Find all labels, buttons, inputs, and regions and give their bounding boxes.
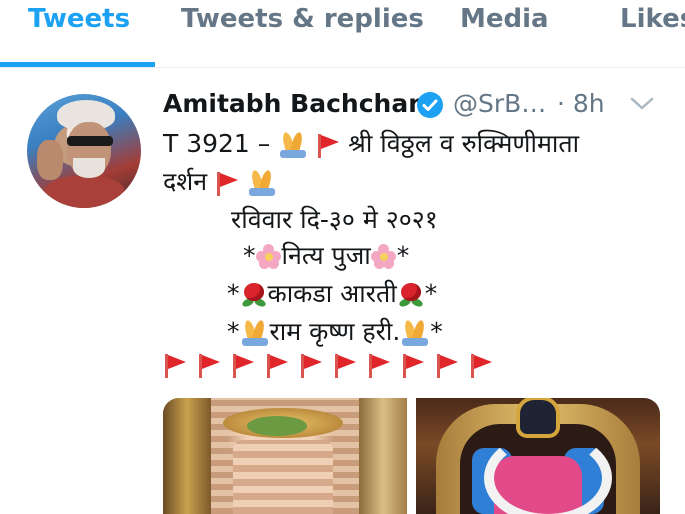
tweet-line-2-text: दर्शन (163, 167, 208, 196)
tab-likes[interactable]: Likes (620, 2, 685, 66)
folded-hands-icon (400, 319, 430, 346)
tweet-line-6: * राम कृष्ण हरी. * (227, 314, 443, 350)
flag-icon (401, 352, 425, 378)
flag-icon (316, 132, 340, 158)
asterisk: * (396, 241, 410, 270)
media-image-2[interactable] (416, 398, 660, 514)
tweet-line-4: * नित्य पुजा * (243, 238, 409, 274)
flag-emoji-row (163, 350, 503, 380)
flag-icon (299, 352, 323, 378)
tweet-line-1: T 3921 – श्री विठ्ठल व रुक्मिणीमाता (163, 126, 579, 162)
asterisk: * (227, 317, 240, 346)
avatar-jacket (45, 176, 125, 208)
tweet-line-5-text: काकडा आरती (267, 279, 397, 308)
chevron-down-icon[interactable] (629, 94, 655, 114)
flag-icon (333, 352, 357, 378)
cherry-blossom-icon (370, 244, 397, 270)
tab-tweets-and-replies[interactable]: Tweets & replies (181, 2, 424, 66)
asterisk: * (227, 279, 240, 308)
flag-icon (197, 352, 221, 378)
author-handle[interactable]: @SrB… (453, 86, 546, 122)
asterisk: * (424, 279, 438, 308)
media-image-1[interactable] (163, 398, 407, 514)
verified-badge-icon (417, 92, 443, 118)
flag-icon (265, 352, 289, 378)
flag-icon (163, 352, 187, 378)
rose-icon (397, 281, 425, 309)
asterisk: * (430, 317, 443, 346)
asterisk: * (243, 241, 256, 270)
tweet-line-4-text: नित्य पुजा (281, 241, 371, 270)
author-name[interactable]: Amitabh Bachchan (163, 86, 426, 122)
avatar-glasses (67, 136, 113, 146)
folded-hands-icon (240, 319, 270, 346)
tweet-line-2: दर्शन (163, 164, 277, 200)
tweet-media[interactable] (163, 398, 660, 514)
flag-icon (367, 352, 391, 378)
rose-icon (240, 281, 268, 309)
flag-icon (469, 352, 493, 378)
flag-icon (215, 170, 239, 196)
flag-icon (435, 352, 459, 378)
folded-hands-icon (247, 169, 277, 196)
profile-tabs: Tweets Tweets & replies Media Likes (0, 0, 685, 68)
tab-tweets[interactable]: Tweets (28, 2, 130, 66)
cherry-blossom-icon (255, 244, 282, 270)
tweet-line-1-text: श्री विठ्ठल व रुक्मिणीमाता (348, 129, 580, 158)
avatar-hand (37, 140, 63, 180)
flag-icon (231, 352, 255, 378)
tab-media[interactable]: Media (460, 2, 549, 66)
tweet-number: T 3921 – (163, 129, 279, 158)
tweet-line-3-text: रविवार दि-३० मे २०२१ (231, 205, 438, 234)
avatar[interactable] (27, 94, 141, 208)
tweet-line-6-text: राम कृष्ण हरी. (269, 317, 401, 346)
tweet-line-3: रविवार दि-३० मे २०२१ (231, 202, 438, 238)
tweet-timestamp[interactable]: · 8h (557, 86, 605, 122)
avatar-beard (73, 158, 105, 178)
folded-hands-icon (278, 131, 308, 158)
tabs-divider (0, 67, 685, 68)
tweet-line-5: * काकडा आरती * (227, 276, 437, 312)
